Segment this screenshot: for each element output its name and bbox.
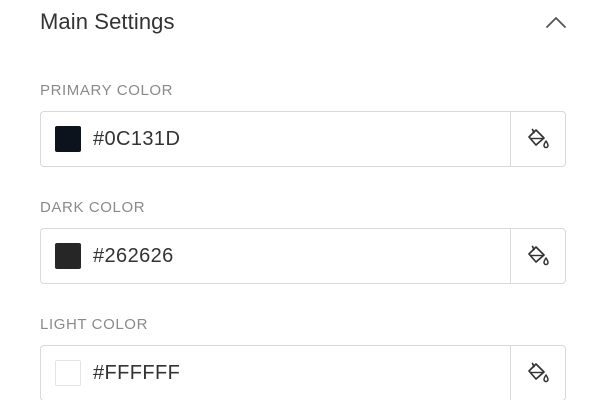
main-settings-panel: Main Settings PRIMARY COLOR #0C131D DARK… [0, 0, 600, 400]
section-header[interactable]: Main Settings [40, 4, 570, 40]
dark-color-input[interactable]: #262626 [40, 228, 510, 284]
primary-color-field: #0C131D [40, 111, 566, 169]
collapse-button[interactable] [542, 8, 570, 36]
paint-bucket-icon [528, 245, 549, 266]
paint-bucket-icon [528, 362, 549, 383]
primary-color-swatch[interactable] [55, 126, 81, 152]
chevron-up-icon [546, 17, 566, 28]
section-title: Main Settings [40, 9, 175, 34]
primary-color-value: #0C131D [93, 127, 181, 150]
primary-color-input[interactable]: #0C131D [40, 111, 510, 167]
light-color-field: #FFFFFF [40, 345, 566, 400]
dark-color-swatch[interactable] [55, 243, 81, 269]
dark-color-label: DARK COLOR [40, 199, 146, 216]
light-color-value: #FFFFFF [93, 361, 181, 384]
light-color-input[interactable]: #FFFFFF [40, 345, 510, 400]
dark-color-value: #262626 [93, 244, 174, 267]
dark-color-picker-button[interactable] [510, 228, 566, 284]
light-color-picker-button[interactable] [510, 345, 566, 400]
primary-color-picker-button[interactable] [510, 111, 566, 167]
light-color-swatch[interactable] [55, 360, 81, 386]
paint-bucket-icon [528, 128, 549, 149]
light-color-label: LIGHT COLOR [40, 316, 149, 333]
dark-color-field: #262626 [40, 228, 566, 286]
primary-color-label: PRIMARY COLOR [40, 82, 174, 99]
